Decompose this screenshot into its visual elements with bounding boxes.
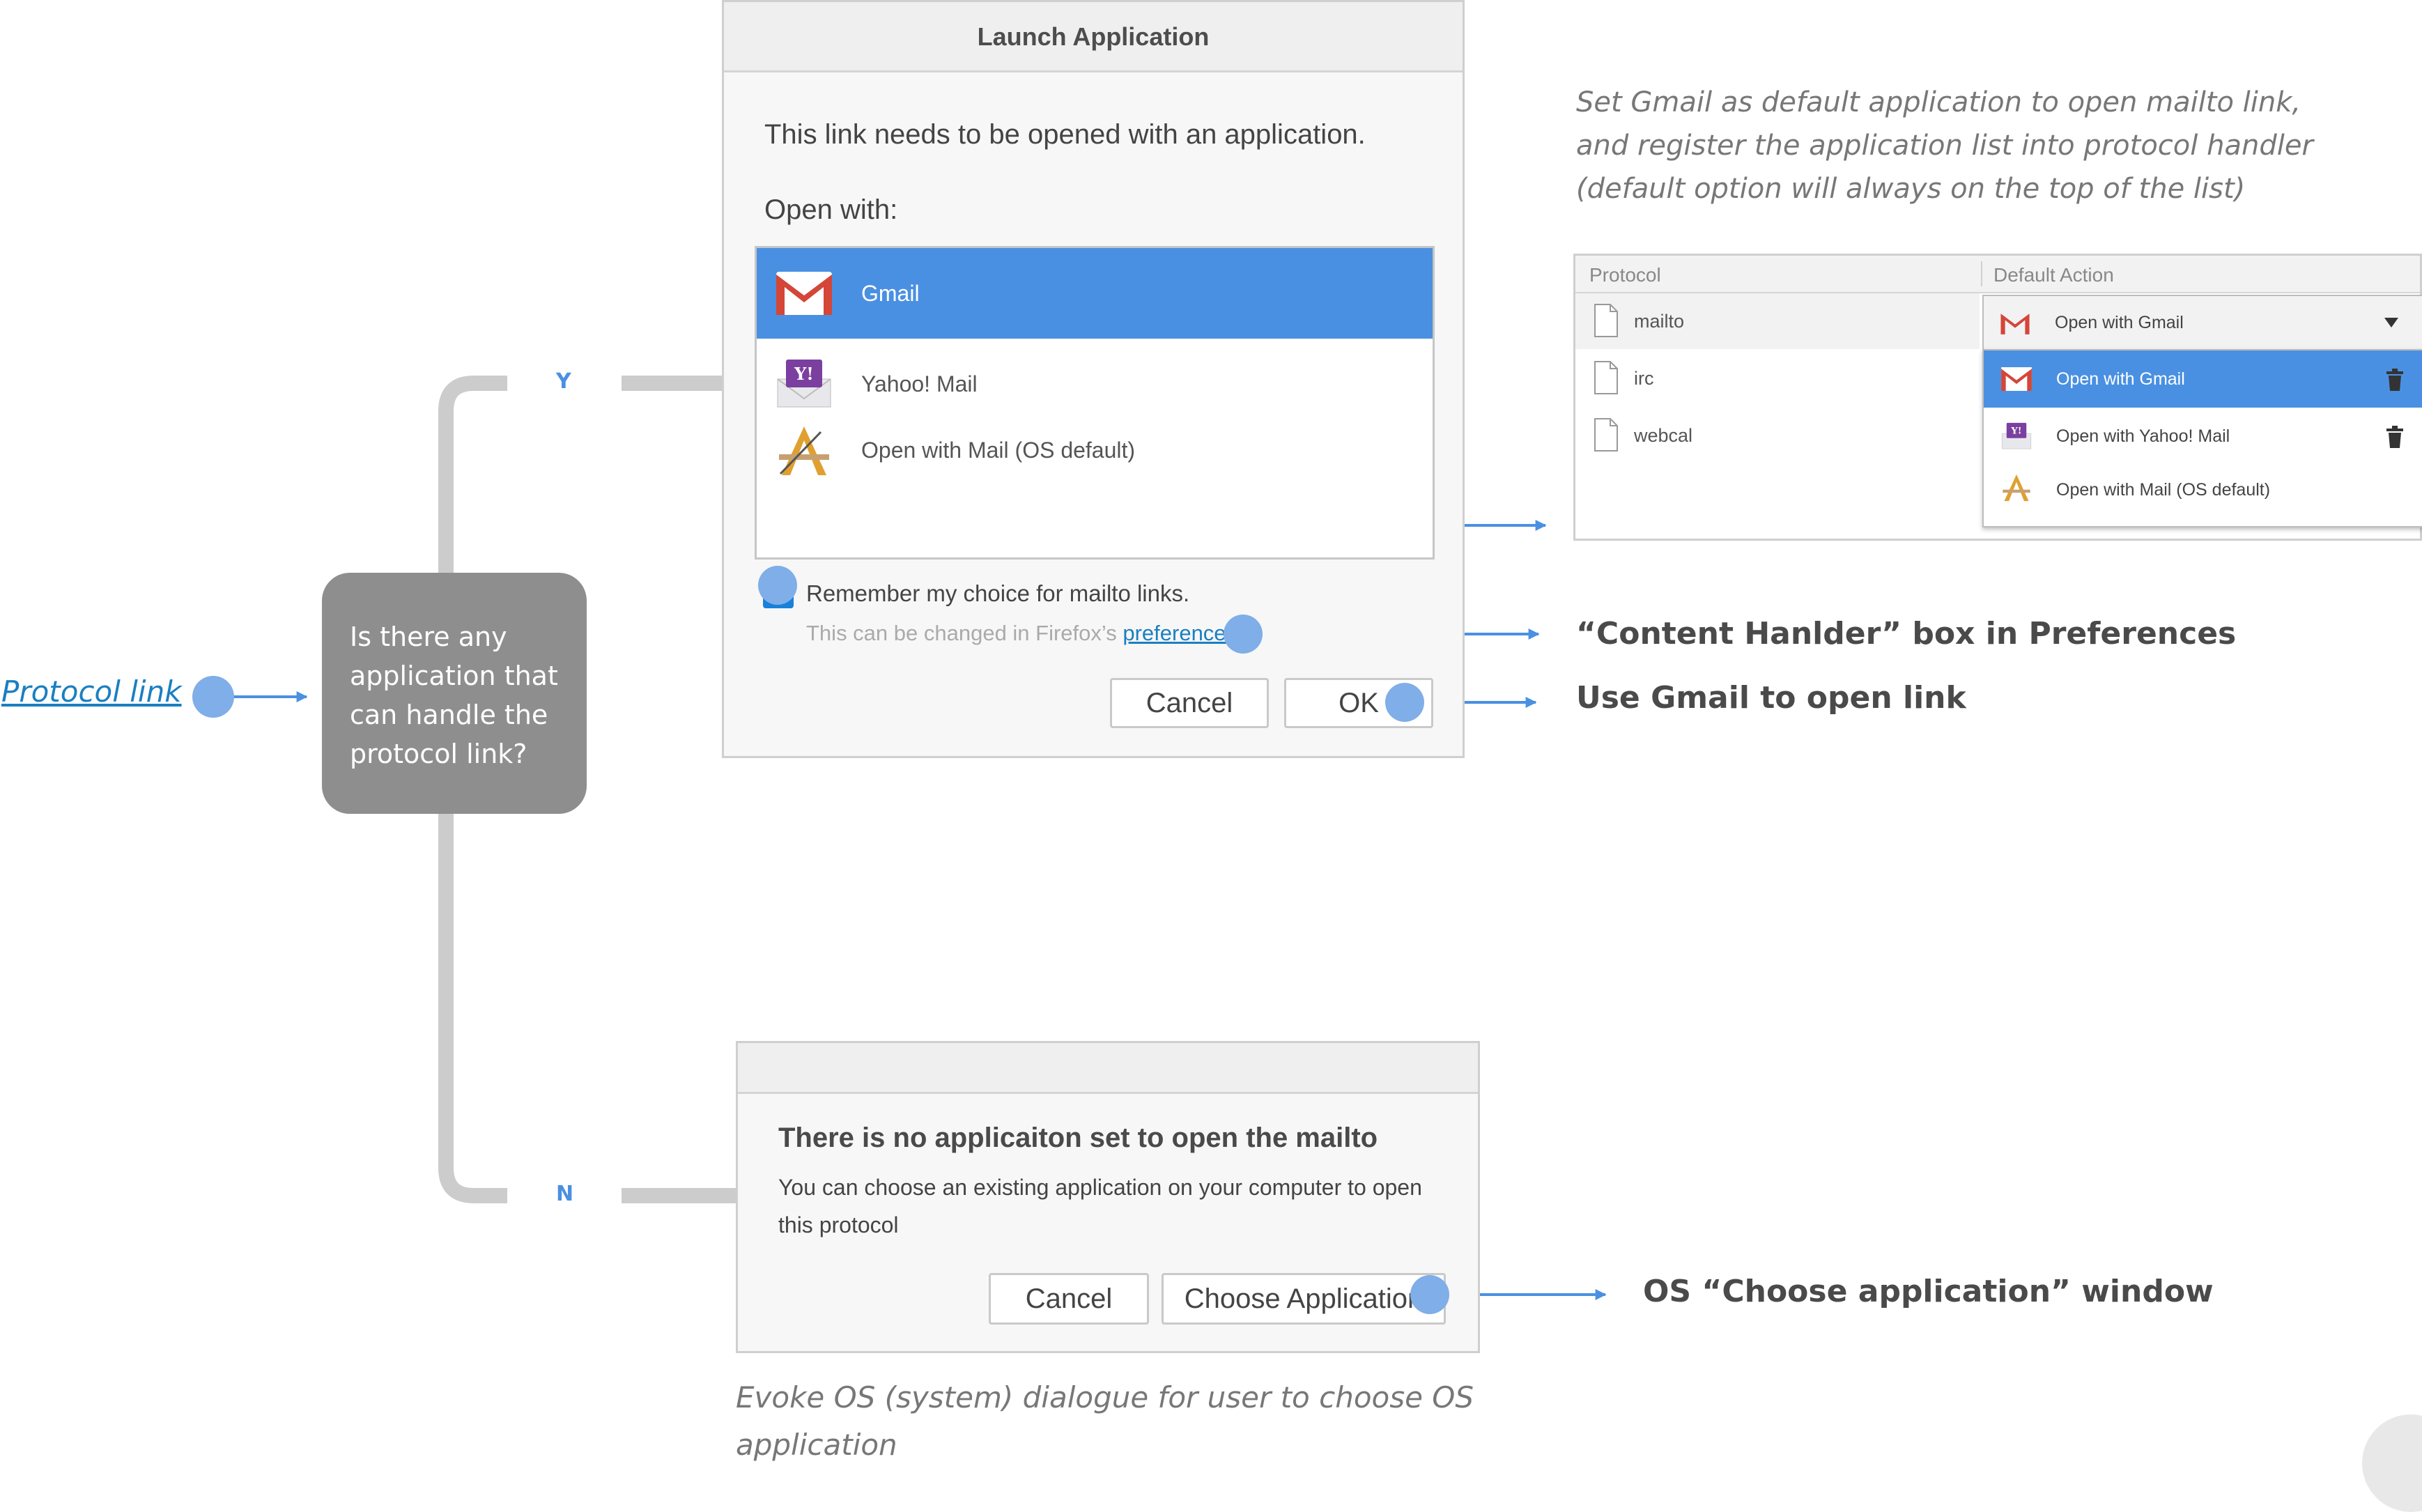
use-gmail-annotation: Use Gmail to open link [1576, 680, 1966, 716]
decision-line: can handle the [350, 700, 548, 730]
app-label: Open with Mail (OS default) [861, 438, 1136, 463]
dropdown-value: Open with Gmail [2055, 313, 2184, 332]
header-divider [1981, 261, 1982, 286]
action-column-header: Default Action [1993, 264, 2114, 286]
no-application-dialog: There is no applicaiton set to open the … [736, 1041, 1480, 1353]
ok-dot [1385, 683, 1424, 722]
decision-line: application that [350, 661, 558, 691]
yahoo-mail-icon: Y! [777, 360, 831, 408]
option-label: Open with Gmail [2056, 369, 2185, 389]
protocol-column-header: Protocol [1589, 264, 1661, 286]
gmail-icon [2001, 367, 2032, 391]
app-option-gmail[interactable]: Gmail [757, 248, 1433, 339]
dialog-heading: There is no applicaiton set to open the … [778, 1123, 1378, 1153]
prefs-header: Protocol Default Action [1575, 256, 2420, 293]
os-mail-icon [2003, 474, 2030, 502]
file-icon [1594, 361, 1618, 394]
trash-icon[interactable] [2385, 426, 2405, 448]
protocol-link[interactable]: Protocol link [1, 674, 182, 709]
app-option-os-mail[interactable]: Open with Mail (OS default) [757, 415, 1433, 485]
os-choose-annotation: OS “Choose application” window [1643, 1274, 2214, 1309]
trash-icon[interactable] [2385, 369, 2405, 391]
protocol-row-mailto[interactable]: mailto [1575, 293, 1980, 349]
annotation-line: and register the application list into p… [1576, 130, 2313, 162]
hint-prefix: This can be changed in Firefox’s [806, 621, 1123, 645]
yes-label: Y [556, 369, 571, 394]
annotation-line: Evoke OS (system) dialogue for user to c… [736, 1380, 1474, 1414]
yahoo-mail-icon: Y! [2001, 422, 2032, 449]
protocol-row-webcal[interactable]: webcal [1575, 408, 1966, 463]
protocol-row-irc[interactable]: irc [1575, 350, 1966, 406]
gmail-icon [776, 272, 832, 315]
option-open-with-yahoo[interactable]: Y! Open with Yahoo! Mail [1984, 408, 2422, 465]
default-action-options: Open with Gmail Y! Open with Yahoo! Mail… [1982, 349, 2422, 527]
file-icon [1594, 304, 1618, 337]
protocol-name: webcal [1634, 425, 1693, 446]
protocol-link-dot [192, 676, 234, 718]
choose-app-dot [1410, 1275, 1449, 1314]
annotation-line: Set Gmail as default application to open… [1576, 86, 2301, 118]
preferences-hint: This can be changed in Firefox’s prefere… [806, 621, 1243, 646]
gmail-icon [2000, 314, 2030, 334]
default-action-dropdown[interactable]: Open with Gmail [1982, 295, 2422, 350]
option-label: Open with Mail (OS default) [2056, 480, 2271, 500]
evoke-annotation: Evoke OS (system) dialogue for user to c… [736, 1374, 1474, 1469]
decision-line: Is there any [350, 622, 507, 652]
cancel-button[interactable]: Cancel [989, 1273, 1149, 1325]
application-list: Gmail Y! Yahoo! Mail Open with Mail (OS … [755, 246, 1435, 560]
choose-application-button[interactable]: Choose Application [1162, 1273, 1446, 1325]
protocol-name: irc [1634, 368, 1654, 389]
option-label: Open with Yahoo! Mail [2056, 426, 2230, 446]
dialog-titlebar [738, 1043, 1478, 1094]
yes-branch-line [438, 376, 507, 573]
svg-text:Y!: Y! [2010, 426, 2021, 437]
content-handler-preferences: Protocol Default Action mailto irc webca… [1573, 254, 2422, 541]
protocol-name: mailto [1634, 311, 1685, 332]
dialog-title: Launch Application [724, 2, 1463, 72]
annotation-line: (default option will always on the top o… [1576, 173, 2246, 205]
option-open-with-os-mail[interactable]: Open with Mail (OS default) [1984, 465, 2422, 515]
dialog-message: This link needs to be opened with an app… [764, 119, 1366, 150]
svg-text:Y!: Y! [794, 364, 814, 384]
launch-application-dialog: Launch Application This link needs to be… [722, 0, 1465, 758]
os-mail-icon [779, 426, 829, 475]
cancel-button[interactable]: Cancel [1110, 678, 1269, 728]
remember-label: Remember my choice for mailto links. [806, 580, 1190, 606]
open-with-label: Open with: [764, 194, 898, 225]
no-branch-line [438, 814, 507, 1203]
chevron-down-icon [2384, 318, 2398, 327]
preferences-link[interactable]: preferences [1123, 621, 1237, 645]
preferences-dot [1224, 615, 1263, 654]
set-gmail-annotation: Set Gmail as default application to open… [1576, 81, 2313, 210]
option-open-with-gmail[interactable]: Open with Gmail [1984, 350, 2422, 408]
app-label: Gmail [861, 281, 920, 306]
file-icon [1594, 418, 1618, 452]
decision-line: protocol link? [350, 739, 527, 769]
dialog-body: You can choose an existing application o… [778, 1175, 1422, 1237]
decision-box: Is there any application that can handle… [322, 573, 587, 814]
content-handler-annotation: “Content Hanlder” box in Preferences [1576, 616, 2237, 651]
checkbox-dot [758, 566, 797, 605]
no-label: N [556, 1182, 574, 1206]
